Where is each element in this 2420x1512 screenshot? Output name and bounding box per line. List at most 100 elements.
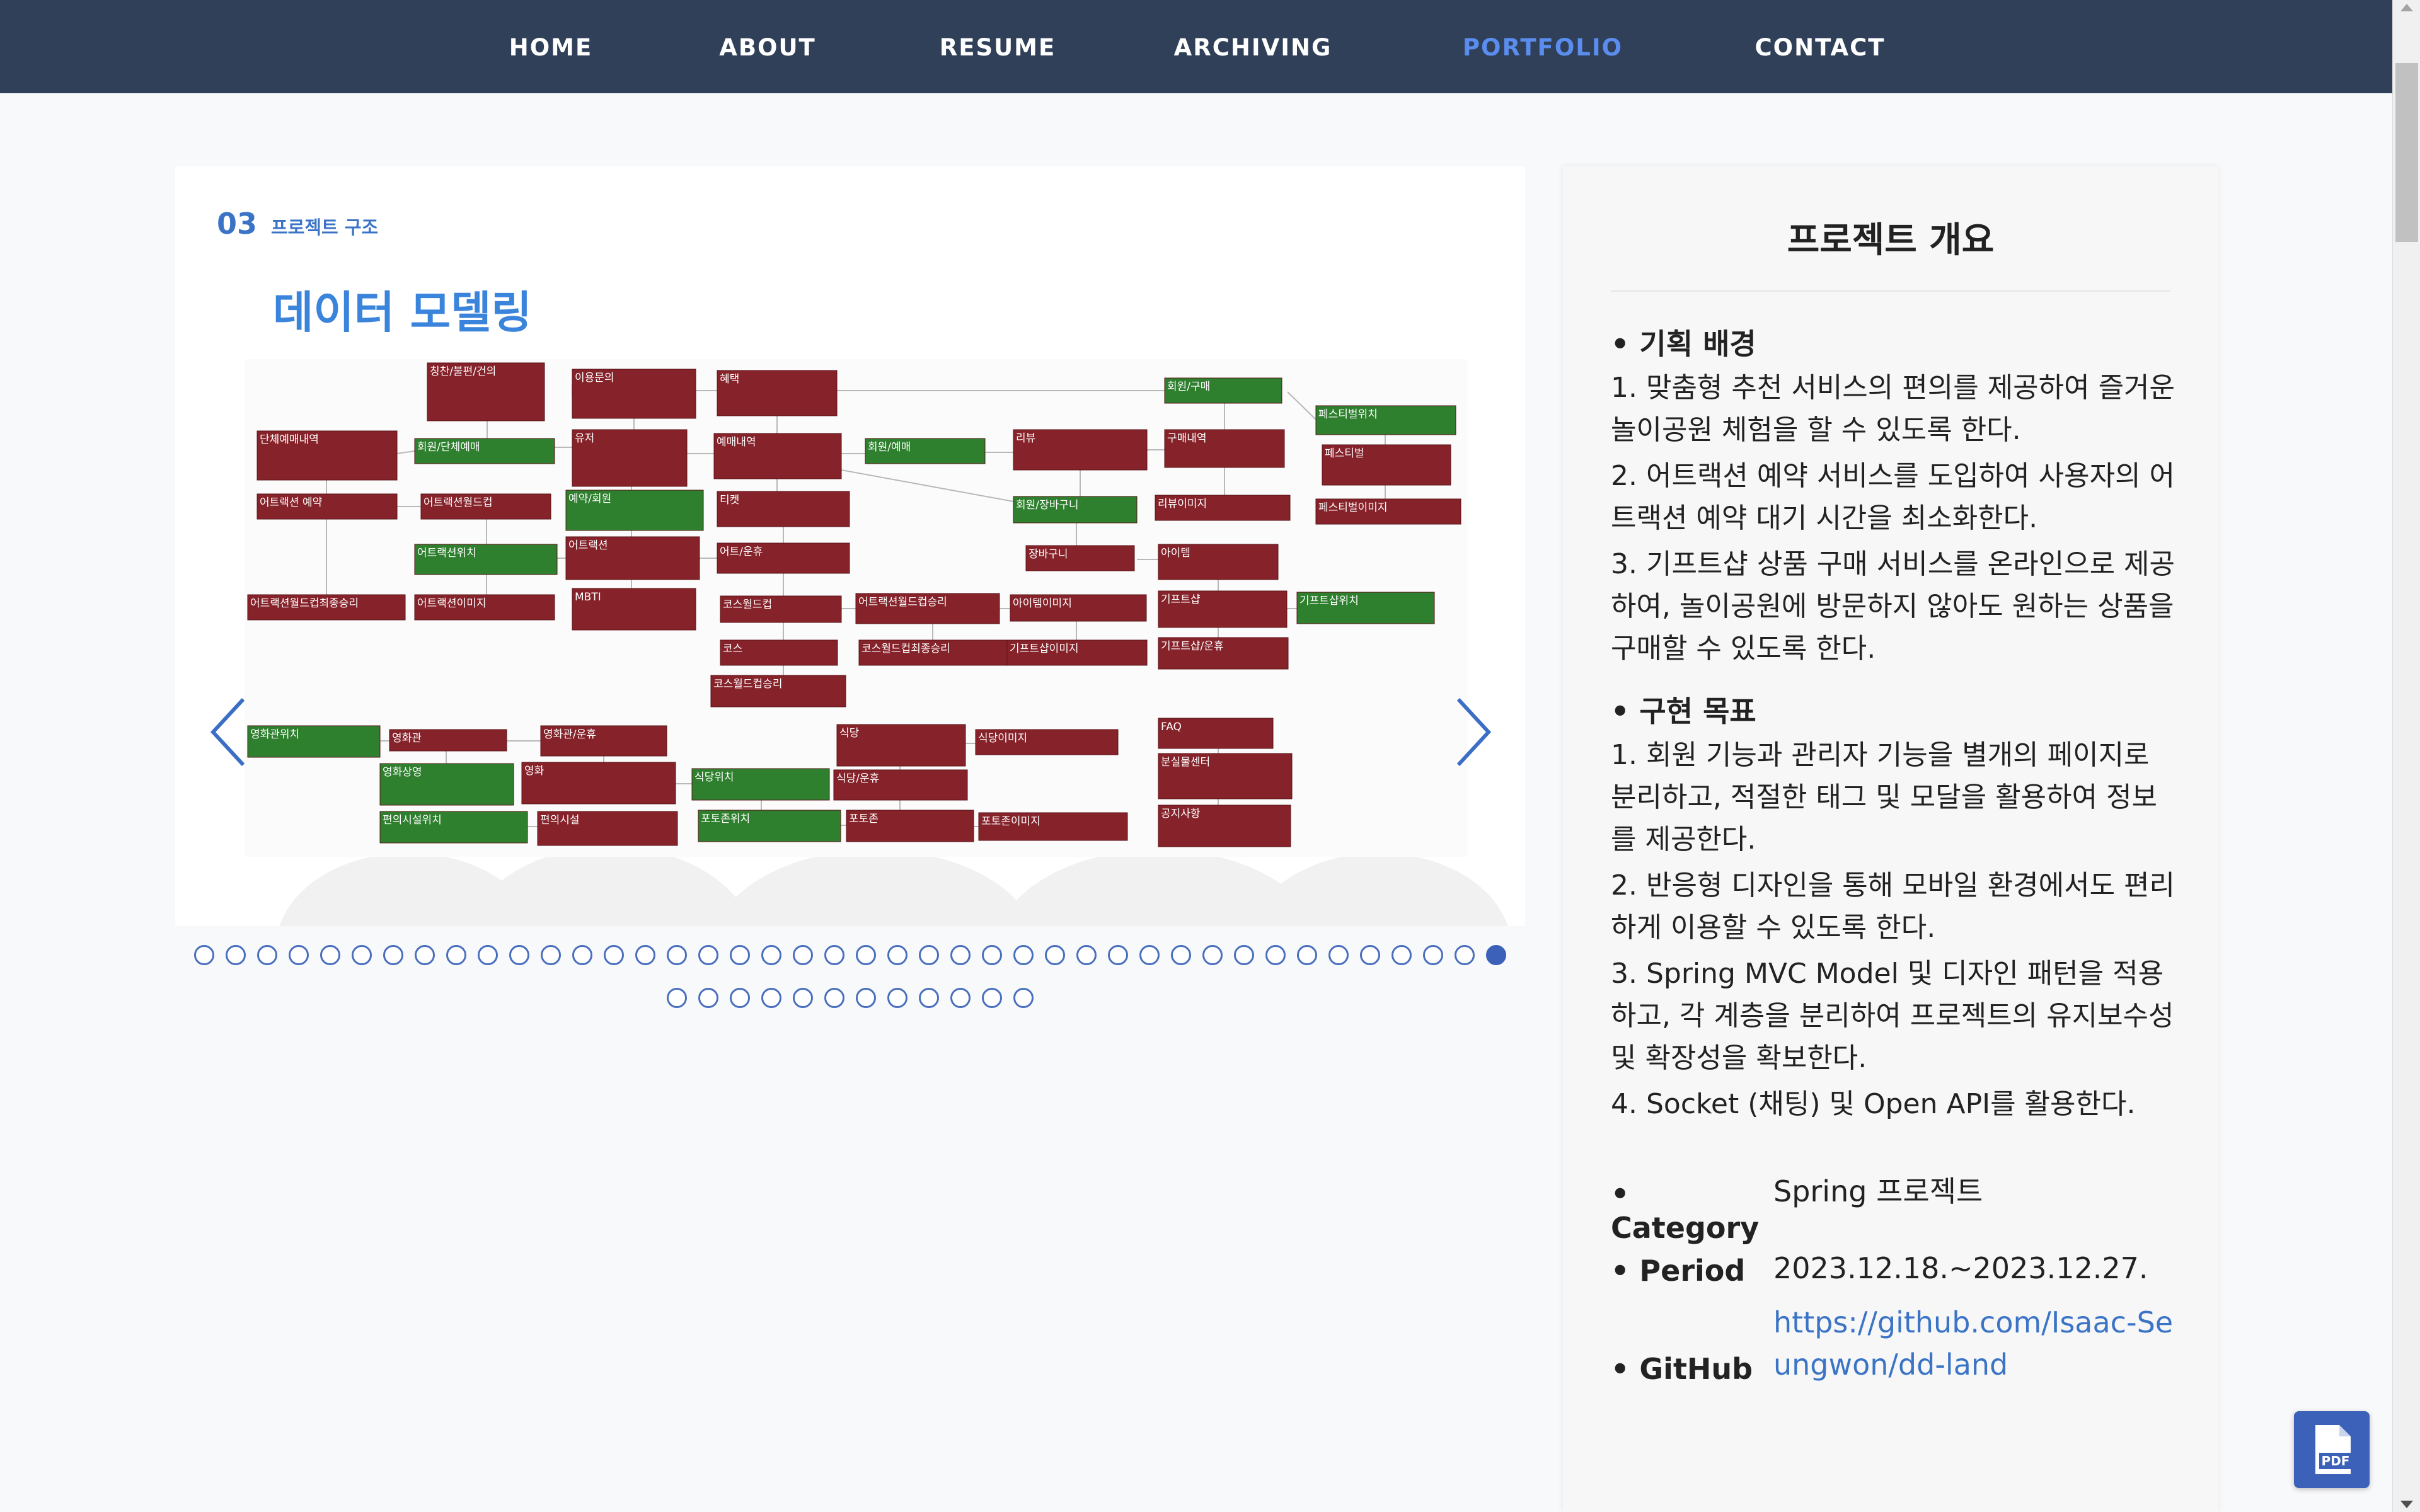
- pagination-dot[interactable]: [856, 988, 876, 1008]
- pagination-dot[interactable]: [824, 988, 844, 1008]
- erd-table-label: 영화상영: [383, 766, 422, 779]
- erd-table: 코스월드컵최종승리: [858, 639, 1012, 666]
- pagination-dot[interactable]: [383, 945, 403, 965]
- pagination-dot[interactable]: [1139, 945, 1160, 965]
- pagination-dot[interactable]: [1013, 988, 1034, 1008]
- overview-body: • 기획 배경 1. 맞춤형 추천 서비스의 편의를 제공하여 즐거운 놀이공원…: [1611, 321, 2178, 1144]
- pagination-dot[interactable]: [856, 945, 876, 965]
- pagination-dot[interactable]: [541, 945, 561, 965]
- pagination-dot[interactable]: [793, 945, 813, 965]
- pagination-dot[interactable]: [1108, 945, 1128, 965]
- erd-table: 영화상영: [379, 763, 514, 806]
- pagination-dot[interactable]: [635, 945, 655, 965]
- erd-table: 티켓: [717, 491, 850, 527]
- nav-archiving[interactable]: ARCHIVING: [1174, 0, 1332, 93]
- pagination-dot[interactable]: [1423, 945, 1443, 965]
- pagination-dot[interactable]: [1486, 945, 1506, 965]
- erd-table: 코스월드컵승리: [710, 675, 846, 707]
- pagination-dot[interactable]: [982, 988, 1002, 1008]
- erd-table-label: 기프트샵위치: [1299, 595, 1359, 607]
- erd-table-label: 이용문의: [575, 372, 614, 384]
- pagination-dot[interactable]: [950, 945, 971, 965]
- pagination-dot[interactable]: [950, 988, 971, 1008]
- goal-item: 1. 회원 기능과 관리자 기능을 별개의 페이지로 분리하고, 적절한 태그 …: [1611, 739, 2158, 856]
- erd-table: 페스티벌이미지: [1315, 498, 1461, 525]
- erd-table-label: 어트랙션: [568, 539, 608, 552]
- pagination-dot[interactable]: [1455, 945, 1475, 965]
- pagination-dot[interactable]: [1045, 945, 1065, 965]
- pagination-dot[interactable]: [478, 945, 498, 965]
- erd-diagram: 칭찬/불편/건의 이용문의 혜택회원/구매페스티벌위치단체예매내역회원/단체예매 유저…: [245, 359, 1467, 857]
- erd-table: 어트랙션 예약: [256, 493, 398, 520]
- project-overview-panel: 프로젝트 개요 • 기획 배경 1. 맞춤형 추천 서비스의 편의를 제공하여 …: [1563, 166, 2218, 1512]
- erd-table: 회원/단체예매: [414, 438, 555, 464]
- pagination-dot[interactable]: [1328, 945, 1349, 965]
- pagination-dot[interactable]: [919, 945, 939, 965]
- prev-slide-button[interactable]: [207, 694, 251, 770]
- pagination-dot[interactable]: [1297, 945, 1317, 965]
- pagination-dot[interactable]: [352, 945, 372, 965]
- erd-table: 유저: [572, 429, 688, 487]
- erd-table-label: 어트/운휴: [720, 546, 763, 558]
- erd-table-label: 편의시설: [540, 814, 580, 827]
- pagination-dot[interactable]: [824, 945, 844, 965]
- pagination-dot[interactable]: [667, 945, 687, 965]
- next-slide-button[interactable]: [1451, 694, 1495, 770]
- scroll-up-arrow-icon[interactable]: [2400, 4, 2413, 11]
- erd-table-label: 기프트샵: [1161, 593, 1201, 606]
- pagination-dot[interactable]: [226, 945, 246, 965]
- pagination-dot[interactable]: [730, 988, 750, 1008]
- pagination-dot[interactable]: [1202, 945, 1223, 965]
- erd-table: 리뷰이미지: [1155, 495, 1291, 521]
- erd-table: 회원/구매: [1164, 377, 1282, 404]
- pagination-dot[interactable]: [320, 945, 340, 965]
- pagination-dot[interactable]: [446, 945, 466, 965]
- github-label: • GitHub: [1611, 1352, 1753, 1386]
- pagination-dot[interactable]: [257, 945, 277, 965]
- erd-table: 기프트샵이미지: [1006, 639, 1148, 666]
- pagination-dot[interactable]: [1392, 945, 1412, 965]
- nav-resume[interactable]: RESUME: [940, 0, 1056, 93]
- pagination-dot[interactable]: [194, 945, 214, 965]
- pagination-dot[interactable]: [1265, 945, 1286, 965]
- pdf-download-button[interactable]: PDF: [2294, 1411, 2370, 1488]
- pagination-dot[interactable]: [761, 945, 781, 965]
- pagination-dot[interactable]: [572, 945, 592, 965]
- pagination-dot[interactable]: [1360, 945, 1380, 965]
- scroll-down-arrow-icon[interactable]: [2400, 1501, 2413, 1508]
- nav-home[interactable]: HOME: [509, 0, 593, 93]
- github-link[interactable]: https://github.com/Isaac-Seungwon/dd-lan…: [1773, 1305, 2173, 1382]
- pagination-dot[interactable]: [415, 945, 435, 965]
- nav-portfolio[interactable]: PORTFOLIO: [1463, 0, 1623, 93]
- pagination-dot[interactable]: [730, 945, 750, 965]
- nav-contact[interactable]: CONTACT: [1755, 0, 1886, 93]
- pagination-dot[interactable]: [982, 945, 1002, 965]
- erd-table: 어트랙션이미지: [414, 594, 555, 621]
- nav-about[interactable]: ABOUT: [719, 0, 816, 93]
- erd-table-label: 어트랙션위치: [417, 547, 476, 559]
- pagination-dot[interactable]: [289, 945, 309, 965]
- pagination-row: [175, 945, 1525, 965]
- erd-table-box: [521, 762, 676, 805]
- pagination-dot[interactable]: [887, 945, 908, 965]
- pagination-dot[interactable]: [509, 945, 529, 965]
- background-item: 2. 어트랙션 예약 서비스를 도입하여 사용자의 어트랙션 예약 대기 시간을…: [1611, 460, 2175, 534]
- pagination-dot[interactable]: [761, 988, 781, 1008]
- pagination-dot[interactable]: [667, 988, 687, 1008]
- pdf-file-icon: PDF: [2315, 1425, 2352, 1474]
- pagination-dot[interactable]: [1171, 945, 1191, 965]
- pagination-dot[interactable]: [1076, 945, 1097, 965]
- erd-table-label: 아이템: [1161, 547, 1190, 559]
- pagination-dot[interactable]: [887, 988, 908, 1008]
- scrollbar-thumb[interactable]: [2395, 63, 2418, 242]
- pagination-dot[interactable]: [604, 945, 624, 965]
- slide-number: 03: [217, 207, 258, 241]
- pagination-dot[interactable]: [793, 988, 813, 1008]
- pagination-dot[interactable]: [1013, 945, 1034, 965]
- pagination-dot[interactable]: [919, 988, 939, 1008]
- pagination-dot[interactable]: [698, 945, 718, 965]
- page-scrollbar[interactable]: [2392, 0, 2420, 1512]
- pagination-dot[interactable]: [698, 988, 718, 1008]
- pagination-dot[interactable]: [1234, 945, 1254, 965]
- erd-table: 분실물센터: [1158, 753, 1293, 799]
